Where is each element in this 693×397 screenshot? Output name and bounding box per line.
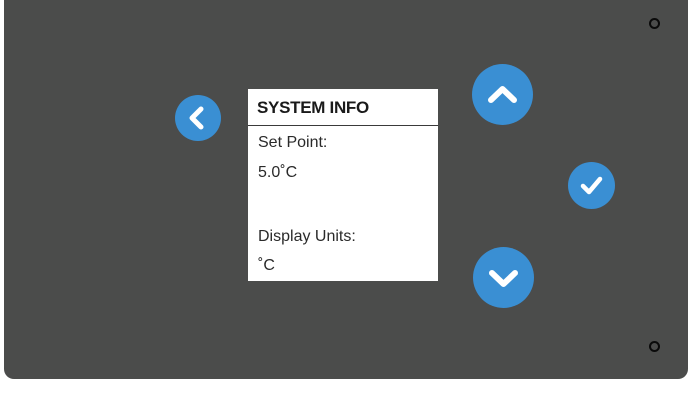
confirm-button[interactable] [568, 162, 615, 209]
screw-top [649, 18, 660, 29]
screen-divider [248, 125, 438, 126]
checkmark-icon [580, 176, 603, 195]
display-units-label: Display Units: [258, 228, 356, 245]
lcd-screen: SYSTEM INFO Set Point: 5.0˚C Display Uni… [248, 89, 438, 281]
chevron-up-icon [488, 86, 517, 103]
set-point-value: 5.0˚C [258, 164, 298, 181]
up-button[interactable] [472, 64, 533, 125]
set-point-label: Set Point: [258, 134, 328, 151]
screen-title: SYSTEM INFO [257, 98, 369, 117]
display-units-value: ˚C [258, 257, 275, 274]
screw-bottom [649, 341, 660, 352]
chevron-down-icon [489, 270, 518, 287]
back-button[interactable] [175, 95, 221, 141]
chevron-left-icon [189, 106, 204, 130]
down-button[interactable] [473, 247, 534, 308]
